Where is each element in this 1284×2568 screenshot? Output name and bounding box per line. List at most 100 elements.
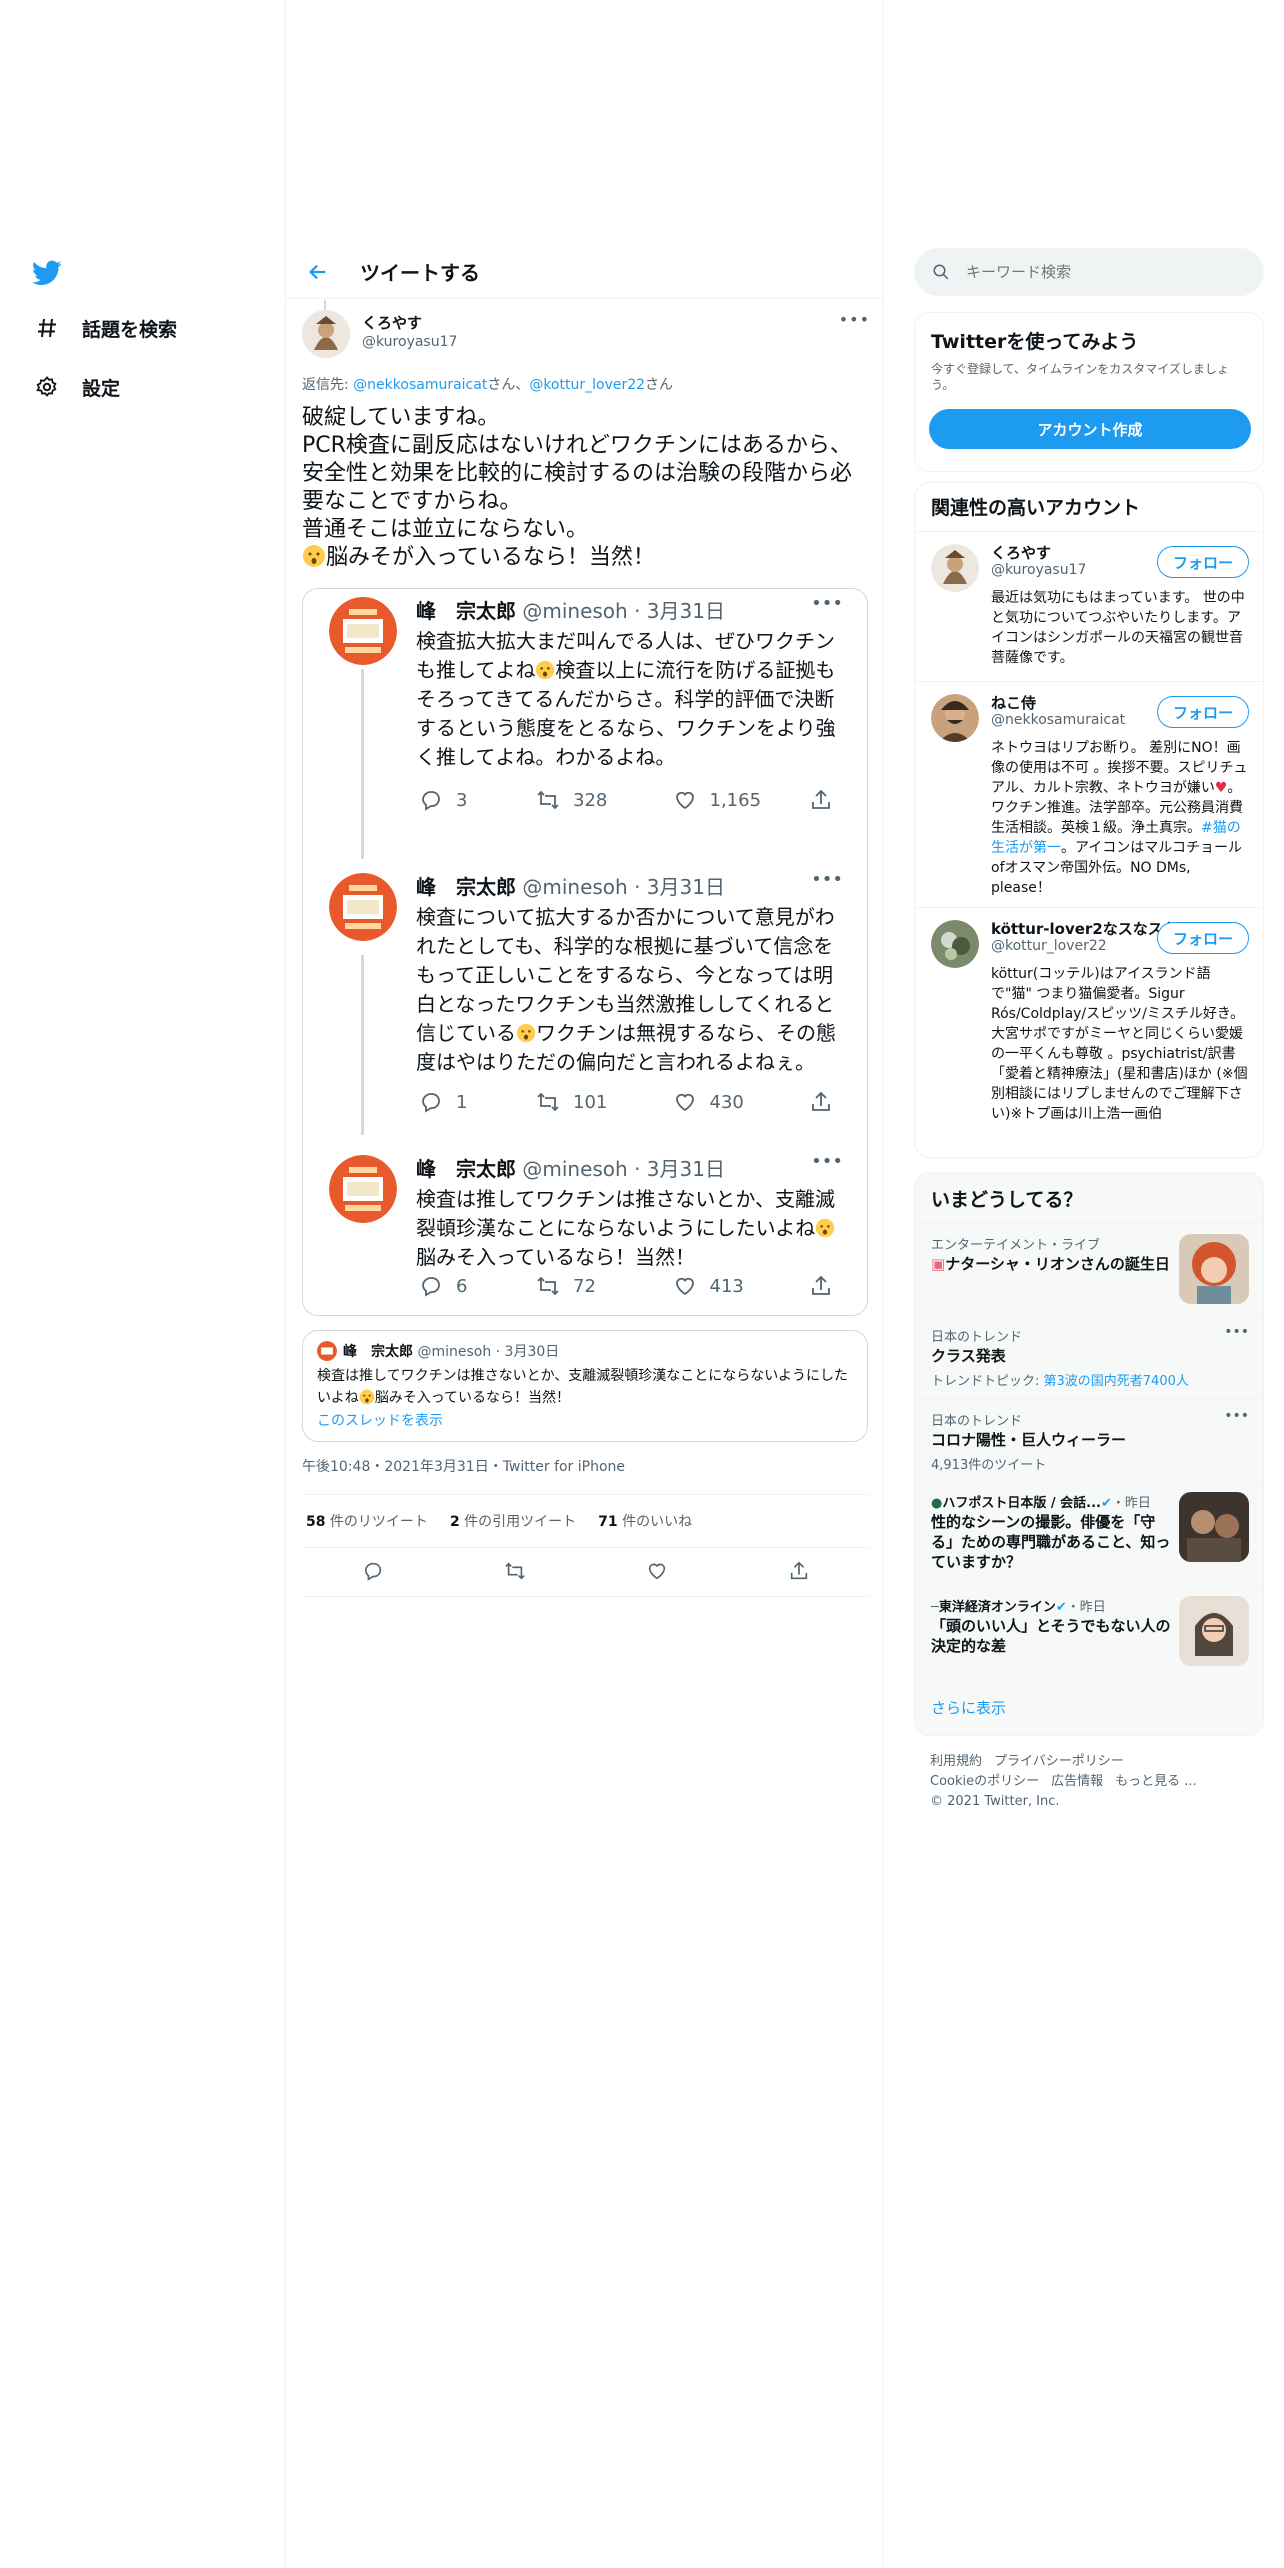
reply-action[interactable]: 1 (416, 1087, 533, 1117)
share-action[interactable] (806, 785, 846, 815)
trend-item[interactable]: ─東洋経済オンライン✔・昨日 「頭のいい人」とそうでもない人の決定的な差 (915, 1585, 1263, 1681)
trend-item[interactable]: ●ハフポスト日本版 / 会話...✔・昨日 性的なシーンの撮影。俳優を「守る」た… (915, 1481, 1263, 1585)
footer-link[interactable]: もっと見る ... (1115, 1774, 1197, 1789)
trend-sub-link[interactable]: 第3波の国内死者7400人 (1044, 1374, 1189, 1389)
account-name[interactable]: くろやす (991, 542, 1051, 563)
follow-button[interactable]: フォロー (1157, 696, 1249, 728)
nav-settings-label: 設定 (82, 377, 121, 400)
thread-tweet-text: 検査について拡大するか否かについて意見がわれたとしても、科学的な根拠に基づいて信… (416, 903, 846, 1077)
author-avatar[interactable] (302, 310, 350, 358)
reply-action[interactable]: 3 (416, 785, 533, 815)
heart-icon[interactable] (646, 1560, 668, 1586)
show-more-link[interactable]: さらに表示 (931, 1697, 1006, 1718)
account-handle[interactable]: @kottur_lover22 (991, 938, 1107, 954)
reply-to: 返信先: @nekkosamuraicatさん、@kottur_lover22さ… (302, 374, 673, 394)
thread-tweet[interactable]: 峰 宗太郎 @minesoh · 3月31日 ••• 検査拡大拡大まだ叫んでる人… (303, 589, 867, 849)
source-name: ハフポスト日本版 / 会話... (942, 1496, 1101, 1511)
tweet-timestamp[interactable]: 午後10:48・2021年3月31日・Twitter for iPhone (302, 1456, 625, 1476)
more-options-icon[interactable]: ••• (1224, 1324, 1249, 1340)
neutral-face-emoji-icon (516, 1022, 536, 1043)
thread-tweet-actions: 6 72 413 (416, 1271, 846, 1301)
reply-user-link[interactable]: @kottur_lover22 (529, 377, 645, 393)
nav-settings[interactable]: 設定 (32, 363, 120, 411)
like-count: 413 (709, 1275, 744, 1297)
thread-handle-date[interactable]: @minesoh · 3月31日 (522, 599, 725, 623)
share-icon[interactable] (788, 1560, 810, 1586)
quote-stat[interactable]: 2 件の引用ツイート (450, 1511, 576, 1531)
like-action[interactable]: 413 (670, 1271, 807, 1301)
retweet-icon[interactable] (504, 1560, 526, 1586)
more-options-icon[interactable]: ••• (811, 593, 843, 614)
more-options-icon[interactable]: ••• (811, 1151, 843, 1172)
footer-link[interactable]: Cookieのポリシー (930, 1774, 1039, 1789)
nav-explore[interactable]: 話題を検索 (32, 304, 177, 352)
share-icon (806, 1271, 836, 1301)
reply-user-link[interactable]: @nekkosamuraicat (353, 377, 487, 393)
thread-tweet[interactable]: 峰 宗太郎 @minesoh · 3月31日 ••• 検査は推してワクチンは推さ… (303, 1129, 867, 1315)
more-options-icon[interactable]: ••• (1224, 1408, 1249, 1424)
retweet-action[interactable]: 101 (533, 1087, 670, 1117)
signup-title: Twitterを使ってみよう (931, 331, 1139, 353)
account-name[interactable]: ねこ侍 (991, 692, 1036, 713)
thread-handle-date[interactable]: @minesoh · 3月31日 (522, 875, 725, 899)
share-action[interactable] (806, 1271, 846, 1301)
thread-author-avatar[interactable] (329, 1155, 397, 1223)
like-action[interactable]: 430 (670, 1087, 807, 1117)
trend-name: ▣ナターシャ・リオンさんの誕生日 (931, 1254, 1171, 1274)
follow-button[interactable]: フォロー (1157, 922, 1249, 954)
account-name[interactable]: köttur-lover2なスなスな (991, 918, 1178, 939)
share-action[interactable] (806, 1087, 846, 1117)
footer-link[interactable]: プライバシーポリシー (994, 1754, 1124, 1769)
like-stat[interactable]: 71 件のいいね (598, 1511, 692, 1531)
footer-link[interactable]: 広告情報 (1051, 1774, 1103, 1789)
quoted-handle-date: @minesoh · 3月30日 (417, 1344, 560, 1360)
account-bio: ネトウヨはリプお断り。 差別にNO！画像の使用は不可 。挨拶不要。スピリチュアル… (991, 738, 1251, 898)
show-thread-link[interactable]: このスレッドを表示 (317, 1410, 443, 1430)
quoted-tweet-card[interactable]: 峰 宗太郎 @minesoh · 3月30日 検査は推してワクチンは推さないとか… (302, 1330, 868, 1442)
thread-author-name[interactable]: 峰 宗太郎 (416, 1157, 516, 1181)
search-input[interactable] (966, 263, 1226, 281)
thread-author-name[interactable]: 峰 宗太郎 (416, 875, 516, 899)
follow-button[interactable]: フォロー (1157, 546, 1249, 578)
quoted-thread-card[interactable]: 峰 宗太郎 @minesoh · 3月31日 ••• 検査拡大拡大まだ叫んでる人… (302, 588, 868, 1316)
create-account-button[interactable]: アカウント作成 (929, 409, 1251, 449)
account-handle[interactable]: @nekkosamuraicat (991, 712, 1125, 728)
trend-item[interactable]: 日本のトレンド ••• クラス発表 トレンドトピック: 第3波の国内死者7400… (915, 1315, 1263, 1399)
account-handle[interactable]: @kuroyasu17 (991, 562, 1086, 578)
thread-tweet[interactable]: 峰 宗太郎 @minesoh · 3月31日 ••• 検査について拡大するか否か… (303, 847, 867, 1137)
tweet-stats: 58 件のリツイート 2 件の引用ツイート 71 件のいいね (302, 1494, 870, 1548)
thread-handle-date[interactable]: @minesoh · 3月31日 (522, 1157, 725, 1181)
retweet-action[interactable]: 328 (533, 785, 670, 815)
author-handle[interactable]: @kuroyasu17 (362, 334, 457, 350)
neutral-face-emoji-icon (359, 1389, 375, 1405)
like-action[interactable]: 1,165 (670, 785, 807, 815)
retweet-stat[interactable]: 58 件のリツイート (306, 1511, 428, 1531)
thread-connector (324, 300, 326, 310)
related-account[interactable]: köttur-lover2なスなスな @kottur_lover22 フォロー … (915, 907, 1263, 1157)
trend-item[interactable]: エンターテイメント・ライブ ▣ナターシャ・リオンさんの誕生日 (915, 1223, 1263, 1315)
thread-author-avatar[interactable] (329, 873, 397, 941)
account-avatar[interactable] (931, 544, 979, 592)
thread-author-avatar[interactable] (329, 597, 397, 665)
thread-author-name[interactable]: 峰 宗太郎 (416, 599, 516, 623)
account-avatar[interactable] (931, 920, 979, 968)
related-account[interactable]: くろやす @kuroyasu17 フォロー 最近は気功にもはまっています。 世の… (915, 531, 1263, 681)
retweet-action[interactable]: 72 (533, 1271, 670, 1301)
retweet-stat-count: 58 (306, 1514, 326, 1530)
more-options-icon[interactable]: ••• (811, 869, 843, 890)
account-avatar[interactable] (931, 694, 979, 742)
reply-icon[interactable] (362, 1560, 384, 1586)
news-source-icon: ─ (931, 1600, 939, 1615)
reply-action[interactable]: 6 (416, 1271, 533, 1301)
search-bar[interactable] (914, 248, 1264, 296)
twitter-logo-icon[interactable] (30, 258, 64, 288)
footer-row: Cookieのポリシー 広告情報 もっと見る ... (930, 1772, 1260, 1792)
author-name[interactable]: くろやす (362, 312, 422, 333)
retweet-count: 101 (573, 1091, 608, 1113)
footer-link[interactable]: 利用規約 (930, 1754, 982, 1769)
more-options-icon[interactable]: ••• (839, 310, 870, 329)
thread-tweet-header: 峰 宗太郎 @minesoh · 3月31日 (416, 595, 725, 624)
trend-item[interactable]: 日本のトレンド ••• コロナ陽性・巨人ウィーラー 4,913件のツイート (915, 1399, 1263, 1481)
back-button[interactable] (298, 252, 338, 292)
related-account[interactable]: ねこ侍 @nekkosamuraicat フォロー ネトウヨはリプお断り。 差別… (915, 681, 1263, 907)
